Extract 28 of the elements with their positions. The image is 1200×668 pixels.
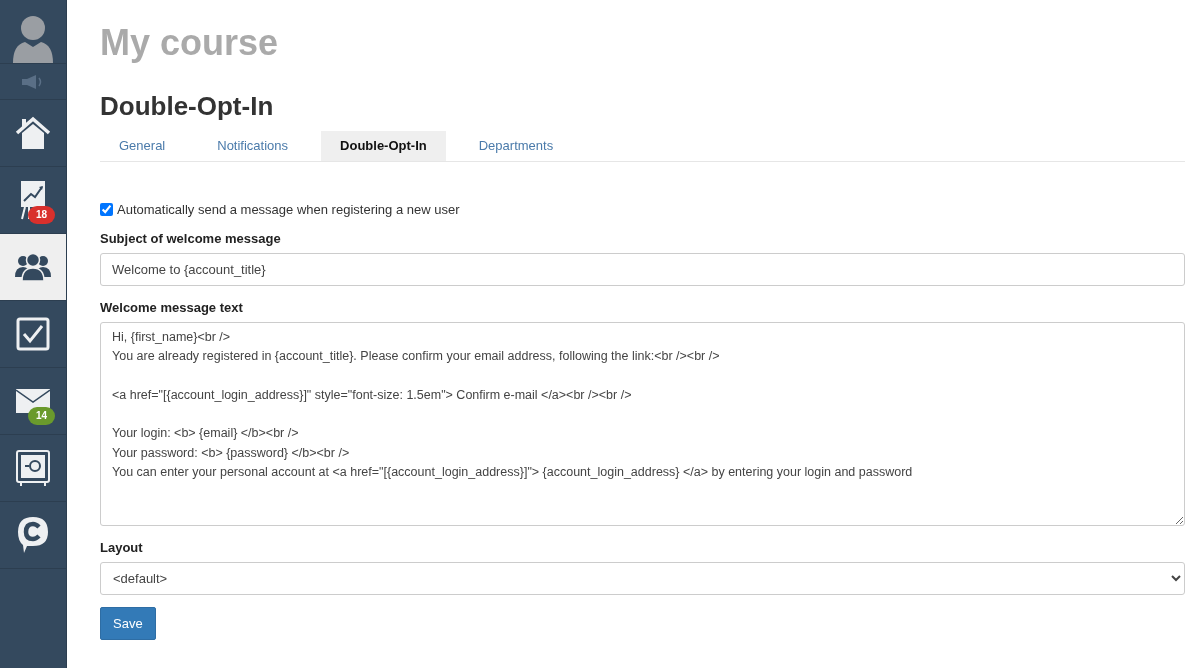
tab[interactable]: General xyxy=(100,131,185,161)
tab[interactable]: Departments xyxy=(459,131,573,161)
section-title: Double-Opt-In xyxy=(100,91,274,121)
person-silhouette-icon xyxy=(11,13,55,63)
sidebar-item[interactable]: 18 xyxy=(0,167,66,234)
checkbox[interactable] xyxy=(100,203,113,216)
sidebar-item[interactable] xyxy=(0,234,66,301)
field-label: Welcome message text xyxy=(100,300,243,315)
people-group-icon xyxy=(15,253,51,281)
tab[interactable]: Double-Opt-In xyxy=(321,131,446,161)
page-title: My course xyxy=(100,22,279,64)
field-label: Subject of welcome message xyxy=(100,231,281,246)
checkbox-label: Automatically send a message when registering a new user xyxy=(117,202,460,217)
layout-dropdown[interactable]: <default> xyxy=(100,562,1185,595)
envelope-icon xyxy=(16,389,50,413)
safe-icon xyxy=(16,450,50,486)
letter-c-speech-bubble-icon xyxy=(17,516,49,554)
message-text-area[interactable]: Hi, {first_name}<br /> You are already registered in {account_title}. Please confirm your email address, following the link:<br /><br /> <a href="[{account_login_address}]" style="font-size: 1.5em"> Confirm e-mail </a><br /><br /> Your login: <b> {email} </b><br /> Your password: <b> {password} </b><br /> You can enter your personal account at <a href="[{account_login_address}]"> {account_login_address} </a> by entering your login and password xyxy=(100,322,1185,526)
count-badge: 18 xyxy=(28,206,56,224)
speaker-icon xyxy=(22,74,44,89)
field-label: Layout xyxy=(100,540,143,555)
subject-input-field[interactable]: Welcome to {account_title} xyxy=(100,253,1185,286)
sidebar-item[interactable]: 14 xyxy=(0,368,66,435)
count-badge: 14 xyxy=(28,407,56,425)
checkbox-tick-icon xyxy=(16,317,50,351)
save-button[interactable]: Save xyxy=(100,607,156,640)
house-icon xyxy=(15,116,51,150)
tab[interactable]: Notifications xyxy=(198,131,308,161)
